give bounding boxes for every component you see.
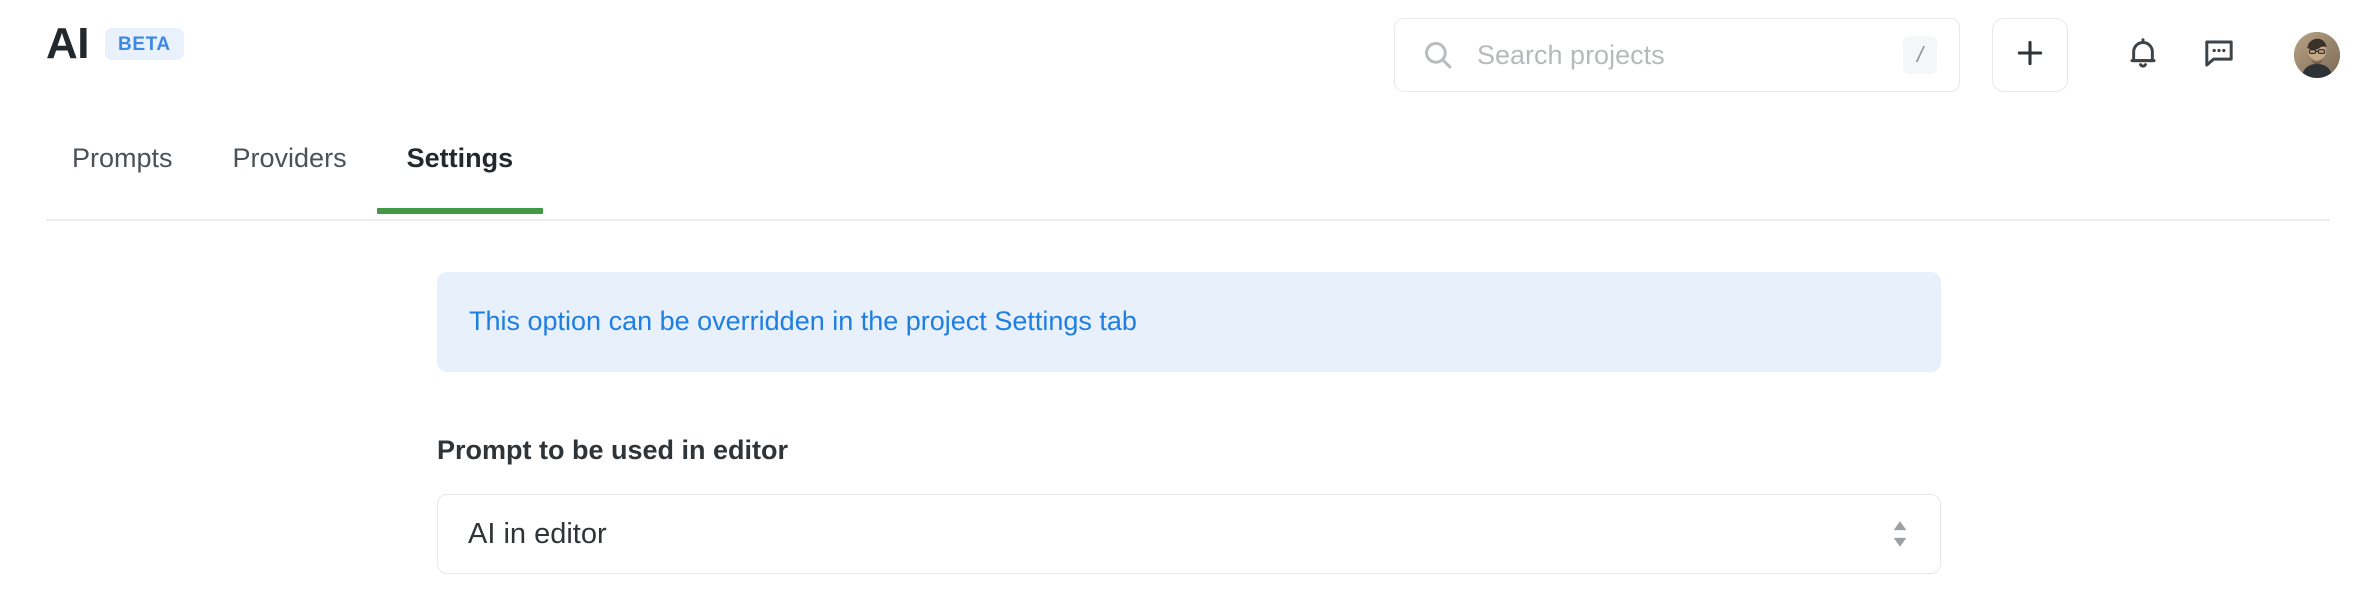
prompt-select-value: AI in editor <box>468 517 607 550</box>
plus-icon <box>2013 36 2047 75</box>
tab-bar: Prompts Providers Settings <box>0 130 2376 222</box>
info-banner: This option can be overridden in the pro… <box>437 272 1941 372</box>
prompt-field-label: Prompt to be used in editor <box>437 435 789 465</box>
search-input[interactable] <box>1477 39 1903 71</box>
tab-bar-divider <box>46 219 2330 221</box>
bell-icon <box>2126 36 2160 75</box>
prompt-select[interactable]: AI in editor <box>437 494 1941 575</box>
tab-providers-label: Providers <box>232 143 347 173</box>
tab-list: Prompts Providers Settings <box>46 130 543 214</box>
tab-prompts[interactable]: Prompts <box>46 130 203 214</box>
chevron-up-down-icon <box>1888 519 1912 549</box>
search-icon <box>1421 38 1455 72</box>
info-banner-text: This option can be overridden in the pro… <box>469 306 1137 337</box>
messages-button[interactable] <box>2182 18 2256 92</box>
brand: AI BETA <box>46 22 184 66</box>
search-shortcut-key: / <box>1903 36 1937 74</box>
beta-badge: BETA <box>105 28 184 60</box>
tab-settings-label: Settings <box>406 143 514 173</box>
page-title: AI <box>46 19 90 68</box>
add-button[interactable] <box>1992 18 2068 92</box>
settings-content: This option can be overridden in the pro… <box>437 272 1941 575</box>
search-box[interactable]: / <box>1394 18 1960 92</box>
app-root: AI BETA / <box>0 0 2376 614</box>
tab-prompts-label: Prompts <box>72 143 173 173</box>
notifications-button[interactable] <box>2106 18 2180 92</box>
chat-bubble-dots-icon <box>2202 36 2236 75</box>
tab-providers[interactable]: Providers <box>203 130 377 214</box>
top-bar: AI BETA / <box>0 0 2376 110</box>
avatar-image <box>2294 32 2340 78</box>
user-avatar[interactable] <box>2294 32 2340 78</box>
tab-settings[interactable]: Settings <box>376 130 544 214</box>
